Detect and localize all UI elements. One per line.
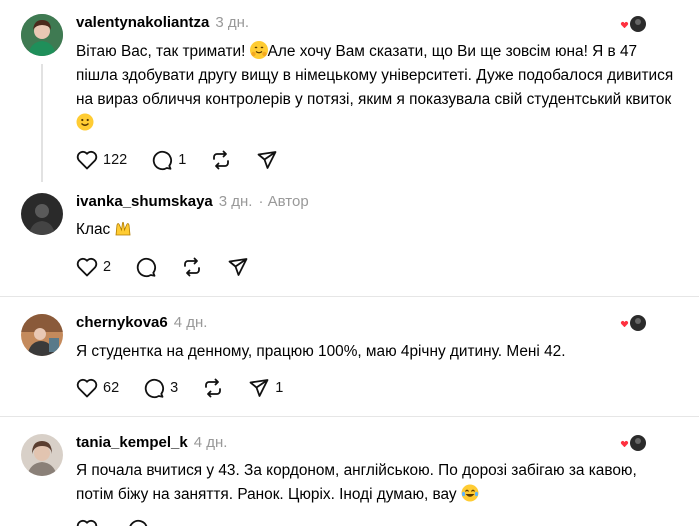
username[interactable]: valentynakoliantza 3 дн.: [76, 14, 249, 31]
like-count: 122: [103, 152, 128, 168]
avatar[interactable]: [21, 14, 63, 56]
username-label[interactable]: ivanka_shumskaya: [76, 193, 213, 210]
author-tag: · Автор: [258, 193, 309, 210]
like-button[interactable]: 2: [76, 257, 111, 277]
comment-icon: [145, 378, 165, 399]
username-label[interactable]: tania_kempel_k: [76, 434, 188, 451]
comment-post: chernykova6 4 дн. Я студентка на денному,…: [0, 297, 699, 416]
raising-hands-emoji-icon: [114, 219, 132, 237]
reply-count: 1: [178, 152, 187, 168]
comments-thread: valentynakoliantza 3 дн. Вітаю Вас, так т…: [0, 0, 699, 526]
comment-post: tania_kempel_k 4 дн. Я почала вчитися у 4…: [0, 417, 699, 526]
comment-text: Я почала вчитися у 43. За кордоном, англ…: [76, 459, 676, 507]
share-icon: [228, 258, 248, 276]
comment-icon: [129, 519, 148, 526]
timestamp: 4 дн.: [173, 314, 208, 331]
username-label[interactable]: chernykova6: [76, 314, 168, 331]
username[interactable]: tania_kempel_k 4 дн.: [76, 434, 227, 451]
timestamp: 4 дн.: [193, 434, 228, 451]
avatar[interactable]: [21, 314, 63, 356]
like-count: 62: [103, 380, 120, 396]
comment-text-part: Клас: [76, 221, 115, 238]
share-button[interactable]: [227, 256, 249, 278]
author-like-badge-icon: [619, 314, 648, 332]
like-count: 2: [103, 259, 112, 275]
share-button[interactable]: 1: [248, 377, 283, 399]
comment-text-part: Я почала вчитися у 43. За кордоном, англ…: [76, 462, 637, 503]
post-actions: 62 3 1: [76, 376, 307, 400]
repost-icon: [213, 150, 230, 170]
avatar[interactable]: [21, 434, 63, 476]
author-like-badge-icon: [619, 434, 648, 452]
thread-line: [41, 64, 43, 182]
comment-text-part: Я студентка на денному, працюю 100%, маю…: [76, 343, 566, 360]
comment-text: Клас: [76, 218, 676, 242]
heart-icon: [76, 519, 98, 526]
heart-icon: [76, 378, 98, 398]
repost-icon: [184, 257, 200, 277]
hugging-face-emoji-icon: [249, 41, 268, 59]
comment-text: Я студентка на денному, працюю 100%, маю…: [76, 340, 676, 364]
reply-button[interactable]: 3: [143, 377, 178, 399]
repost-icon: [205, 378, 222, 398]
heart-icon: [76, 150, 98, 170]
comment-reply: ivanka_shumskaya 3 дн. · Автор Клас 2: [0, 185, 699, 296]
reply-count: 3: [170, 380, 179, 396]
like-button[interactable]: 62: [76, 378, 119, 398]
repost-button[interactable]: [202, 377, 224, 399]
reply-button[interactable]: [127, 518, 149, 526]
share-button[interactable]: [256, 149, 278, 171]
share-count: 1: [275, 380, 284, 396]
share-icon: [249, 379, 269, 397]
username[interactable]: chernykova6 4 дн.: [76, 314, 207, 331]
smiling-face-emoji-icon: [76, 113, 94, 131]
comment-icon: [153, 150, 173, 171]
reply-button[interactable]: 1: [151, 149, 186, 171]
heart-icon: [76, 257, 98, 277]
reply-button[interactable]: [135, 256, 157, 278]
comment-icon: [136, 257, 157, 278]
username-label[interactable]: valentynakoliantza: [76, 14, 209, 31]
comment-text: Вітаю Вас, так тримати! Але хочу Вам ска…: [76, 40, 676, 136]
like-button[interactable]: 122: [76, 150, 127, 170]
like-button[interactable]: [76, 519, 103, 526]
timestamp: 3 дн.: [218, 193, 253, 210]
share-icon: [257, 151, 277, 169]
timestamp: 3 дн.: [215, 14, 250, 31]
comment-post: valentynakoliantza 3 дн. Вітаю Вас, так т…: [0, 0, 699, 185]
laughing-tears-emoji-icon: [461, 484, 479, 502]
avatar[interactable]: [21, 193, 63, 235]
comment-text-part: Вітаю Вас, так тримати!: [76, 43, 250, 60]
post-actions: 2: [76, 255, 273, 279]
post-actions: [76, 517, 173, 526]
author-like-badge-icon: [619, 15, 648, 33]
repost-button[interactable]: [181, 256, 203, 278]
username[interactable]: ivanka_shumskaya 3 дн. · Автор: [76, 193, 309, 210]
post-actions: 122 1: [76, 148, 302, 172]
repost-button[interactable]: [210, 149, 232, 171]
